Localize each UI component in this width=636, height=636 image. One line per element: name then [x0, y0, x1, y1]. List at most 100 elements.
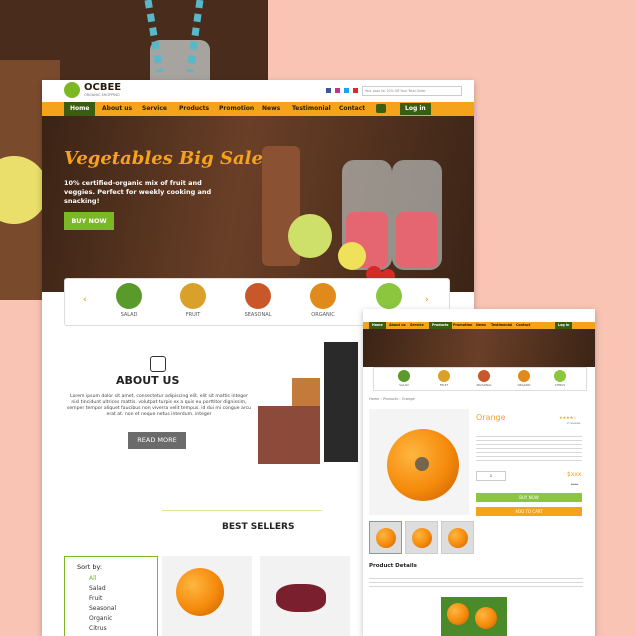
product-card-grapes[interactable] [260, 556, 350, 636]
grapes-image [276, 584, 326, 612]
citrus-icon [376, 283, 402, 309]
nav-testimonial[interactable]: Testimonial [491, 322, 512, 329]
rating-stars-icon: ★★★★☆ [559, 415, 577, 420]
youtube-icon[interactable] [353, 88, 358, 93]
category-seasonal[interactable]: SEASONAL [238, 283, 278, 318]
nav-about[interactable]: About us [389, 322, 406, 329]
salad-icon [398, 370, 410, 382]
best-sellers-title: BEST SELLERS [222, 522, 295, 532]
building-photo [258, 406, 320, 464]
category-organic[interactable]: ORGANIC [303, 283, 343, 318]
nav-service[interactable]: Service [410, 322, 424, 329]
sort-item-citrus[interactable]: Citrus [89, 625, 107, 632]
add-to-cart-button[interactable]: ADD TO CART [476, 507, 582, 516]
nav-contact[interactable]: Contact [339, 102, 365, 116]
seasonal-icon [245, 283, 271, 309]
oranges-photo [441, 597, 507, 636]
breadcrumb-home[interactable]: Home [369, 397, 379, 401]
top-bar: OCBEE ORGANIC SHOPPING Your pass for 10%… [42, 80, 474, 102]
organic-icon [310, 283, 336, 309]
review-count: 2 reviews [567, 421, 581, 425]
thumbnail-1[interactable] [369, 521, 402, 554]
chevron-right-icon[interactable]: › [425, 295, 429, 305]
buy-now-button[interactable]: BUY NOW [64, 212, 114, 230]
search-input[interactable]: Your pass for 10% Off Your Total Order [362, 86, 462, 96]
thumbnail-2[interactable] [405, 521, 438, 554]
salad-icon [116, 283, 142, 309]
login-button[interactable]: Log in [555, 322, 573, 329]
product-price: $xxx [567, 471, 582, 478]
breadcrumb-products[interactable]: Products [383, 397, 398, 401]
sort-item-organic[interactable]: Organic [89, 615, 112, 622]
nav-news[interactable]: News [262, 102, 280, 116]
zoom-icon[interactable] [415, 457, 429, 471]
orange-thumb [448, 528, 468, 548]
quantity-stepper[interactable]: 1 [476, 471, 506, 481]
people-photo [324, 342, 358, 462]
sort-item-all[interactable]: All [89, 575, 96, 582]
detail-category-carousel: SALAD FRUIT SEASONAL ORGANIC CITRUS [373, 367, 587, 391]
sort-item-seasonal[interactable]: Seasonal [89, 605, 116, 612]
seasonal-icon [478, 370, 490, 382]
sort-item-fruit[interactable]: Fruit [89, 595, 102, 602]
nav-products[interactable]: Products [429, 322, 452, 329]
nav-products[interactable]: Products [179, 102, 209, 116]
product-details-title: Product Details [369, 563, 417, 569]
category-citrus[interactable]: CITRUS [548, 370, 572, 387]
nav-home[interactable]: Home [369, 322, 386, 329]
category-organic[interactable]: ORGANIC [512, 370, 536, 387]
nav-contact[interactable]: Contact [516, 322, 530, 329]
organic-icon [518, 370, 530, 382]
product-detail-mockup: Home About us Service Products Promotion… [363, 309, 595, 636]
main-nav: Home About us Service Products Promotion… [42, 102, 474, 116]
nav-home[interactable]: Home [64, 102, 96, 116]
sort-title: Sort by: [77, 563, 103, 571]
about-text: Lorem ipsum dolor sit amet, consectetur … [66, 394, 252, 417]
fruit-icon [180, 283, 206, 309]
orange-image [176, 568, 224, 616]
detail-hero [363, 329, 595, 367]
category-seasonal[interactable]: SEASONAL [472, 370, 496, 387]
category-salad[interactable]: SALAD [109, 283, 149, 318]
cart-icon[interactable] [376, 104, 386, 113]
category-salad[interactable]: SALAD [392, 370, 416, 387]
thumbnail-3[interactable] [441, 521, 474, 554]
login-button[interactable]: Log in [400, 103, 431, 115]
twitter-icon[interactable] [344, 88, 349, 93]
citrus-icon [554, 370, 566, 382]
hero-subtitle: 10% certified-organic mix of fruit and v… [64, 179, 212, 205]
hero-image [262, 146, 442, 283]
category-fruit[interactable]: FRUIT [173, 283, 213, 318]
brand-tagline: ORGANIC SHOPPING [84, 93, 120, 97]
hero-title: Vegetables Big Sale [64, 148, 263, 169]
divider [162, 510, 322, 511]
category-label: SEASONAL [244, 312, 272, 318]
product-description [476, 433, 582, 463]
about-title: ABOUT US [116, 374, 180, 387]
category-label: SALAD [120, 312, 138, 318]
team-icon [150, 356, 166, 372]
buy-now-button[interactable]: BUY NOW [476, 493, 582, 502]
facebook-icon[interactable] [326, 88, 331, 93]
nav-promotion[interactable]: Promotion [453, 322, 472, 329]
main-product-image [369, 409, 469, 515]
detail-nav: Home About us Service Products Promotion… [363, 322, 595, 329]
nav-testimonial[interactable]: Testimonial [292, 102, 331, 116]
nav-about[interactable]: About us [102, 102, 132, 116]
nav-service[interactable]: Service [142, 102, 167, 116]
sort-panel: Sort by: All Salad Fruit Seasonal Organi… [64, 556, 158, 636]
orange-thumb [376, 528, 396, 548]
hero-banner: Vegetables Big Sale 10% certified-organi… [42, 116, 474, 292]
instagram-icon[interactable] [335, 88, 340, 93]
brand-name: OCBEE [84, 82, 122, 93]
chevron-left-icon[interactable]: ‹ [83, 295, 87, 305]
product-card-orange[interactable] [162, 556, 252, 636]
nav-news[interactable]: News [476, 322, 486, 329]
sort-item-salad[interactable]: Salad [89, 585, 106, 592]
read-more-button[interactable]: READ MORE [128, 432, 186, 449]
category-label: SEASONAL [476, 383, 492, 387]
nav-promotion[interactable]: Promotion [219, 102, 254, 116]
category-citrus[interactable] [369, 283, 409, 309]
category-fruit[interactable]: FRUIT [432, 370, 456, 387]
old-price: $xxx [571, 482, 579, 486]
